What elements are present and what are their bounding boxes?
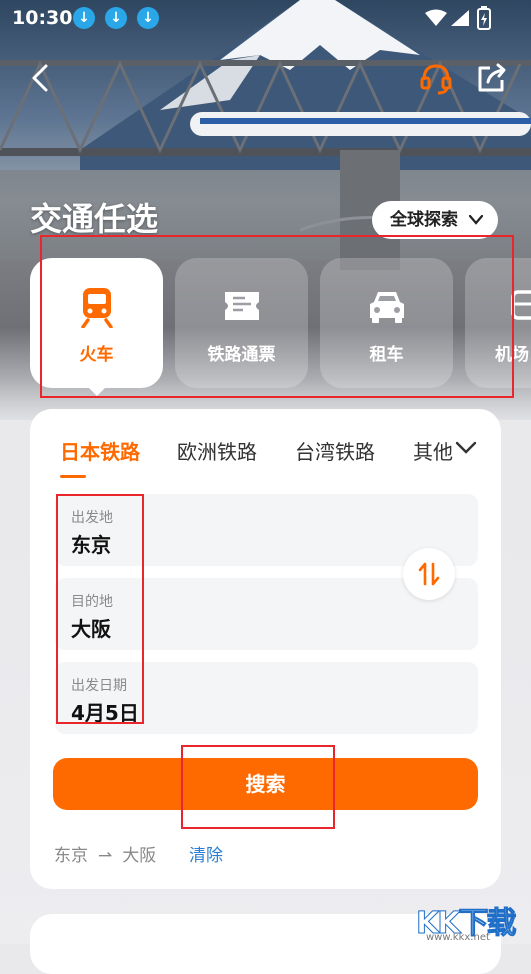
chevron-down-icon[interactable] xyxy=(454,436,478,460)
page-title: 交通任选 xyxy=(30,200,159,238)
tab-other[interactable]: 其他 xyxy=(413,436,453,465)
share-icon[interactable] xyxy=(474,60,510,96)
signal-icon xyxy=(451,10,469,26)
active-tab-indicator xyxy=(60,475,86,478)
status-bar: 10:30 ↓ ↓ ↓ xyxy=(0,0,531,36)
chevron-down-icon xyxy=(468,214,484,225)
global-explore-button[interactable]: 全球探索 xyxy=(372,201,498,239)
global-explore-label: 全球探索 xyxy=(390,210,458,230)
status-time: 10:30 xyxy=(12,7,73,29)
wifi-icon xyxy=(425,9,447,26)
airport-bus-icon xyxy=(511,290,531,320)
download-icon: ↓ xyxy=(137,7,159,29)
tab-other-clip: 其他 xyxy=(413,429,453,469)
history-arrow: ⇀ xyxy=(98,846,113,866)
download-icon: ↓ xyxy=(105,7,127,29)
history-from: 东京 xyxy=(54,846,88,866)
swap-button[interactable] xyxy=(403,548,455,600)
tab-taiwan-rail[interactable]: 台湾铁路 xyxy=(295,436,375,465)
clear-history-link[interactable]: 清除 xyxy=(189,841,223,866)
rail-tabs: 日本铁路 欧洲铁路 台湾铁路 其他 xyxy=(30,409,501,479)
watermark-url: www.kkx.net xyxy=(426,932,490,943)
swap-icon xyxy=(418,562,440,586)
back-icon[interactable] xyxy=(24,60,60,96)
customer-service-icon[interactable] xyxy=(418,60,454,96)
annotation-box-categories xyxy=(40,235,514,398)
watermark-logo: KK下载 www.kkx.net xyxy=(412,898,531,944)
search-history-item[interactable]: 东京 ⇀ 大阪 xyxy=(54,841,156,866)
battery-icon xyxy=(477,6,491,30)
annotation-box-search xyxy=(181,745,335,829)
history-to: 大阪 xyxy=(122,846,157,866)
annotation-box-fields xyxy=(56,494,144,724)
tab-japan-rail[interactable]: 日本铁路 xyxy=(60,436,140,465)
tab-europe-rail[interactable]: 欧洲铁路 xyxy=(177,436,257,465)
download-icon: ↓ xyxy=(73,7,95,29)
